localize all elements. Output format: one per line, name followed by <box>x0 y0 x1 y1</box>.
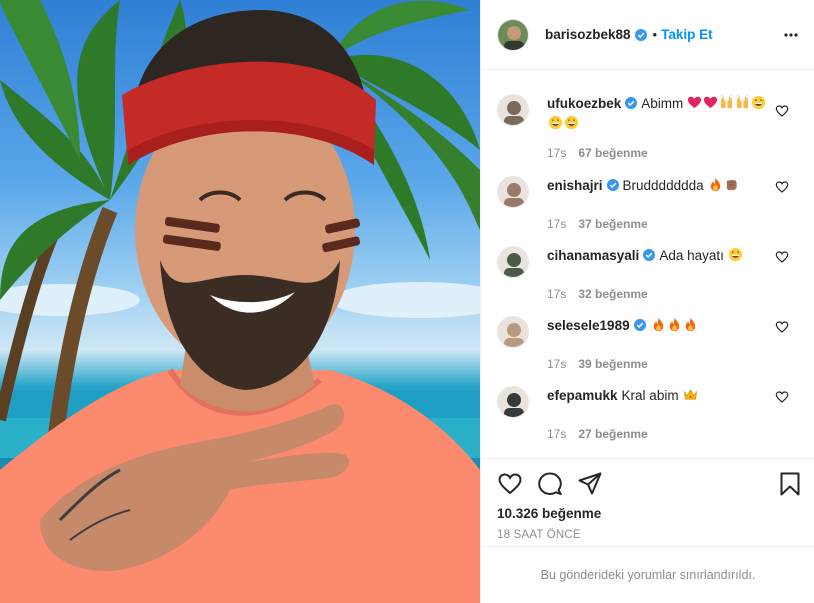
comment-time[interactable]: 17s <box>547 217 566 231</box>
commenter-username[interactable]: selesele1989 <box>547 318 630 333</box>
share-icon[interactable] <box>577 471 603 497</box>
post-image <box>0 0 480 603</box>
comment-emojis <box>650 317 698 333</box>
author-username[interactable]: barisozbek88 <box>545 27 631 42</box>
crown-emoji <box>683 389 697 400</box>
commenter-avatar[interactable] <box>497 246 529 278</box>
comment-icon[interactable] <box>537 471 563 497</box>
post-header: barisozbek88 • Takip Et <box>481 0 814 70</box>
comment-time[interactable]: 17s <box>547 427 566 441</box>
commenter-avatar[interactable] <box>497 316 529 348</box>
grin-emoji <box>548 115 563 130</box>
comment-likes[interactable]: 67 beğenme <box>578 146 647 160</box>
comment-time[interactable]: 17s <box>547 357 566 371</box>
fist-emoji <box>726 179 737 191</box>
comment-like-icon[interactable] <box>775 320 789 334</box>
comment-body: Abimm <box>641 96 684 111</box>
commenter-avatar[interactable] <box>497 386 529 418</box>
verified-icon <box>625 97 638 109</box>
comment-like-icon[interactable] <box>775 104 789 118</box>
grin-emoji <box>752 95 766 110</box>
commenter-avatar[interactable] <box>497 94 529 126</box>
comment-body: Ada hayatı <box>659 248 724 263</box>
comment-meta: 17s 67 beğenme <box>547 146 648 160</box>
comment-like-icon[interactable] <box>775 250 789 264</box>
commenter-username[interactable]: ufukoezbek <box>547 96 621 111</box>
heart-icon[interactable] <box>497 471 523 497</box>
commenter-username[interactable]: cihanamasyali <box>547 248 639 263</box>
comment-meta: 17s 32 beğenme <box>547 287 648 301</box>
comment-emojis <box>727 247 743 263</box>
comment-meta: 17s 27 beğenme <box>547 427 648 441</box>
comment-emojis <box>682 388 698 403</box>
comment-likes[interactable]: 39 beğenme <box>578 357 647 371</box>
fire-emoji <box>685 317 695 332</box>
comment-body: Bruddddddda <box>622 178 704 193</box>
post-side-panel: barisozbek88 • Takip Et ufukoezbek Abimm 1… <box>480 0 814 603</box>
fire-emoji <box>653 317 663 332</box>
fire-emoji <box>710 177 720 192</box>
comment-body: Kral abim <box>621 388 679 403</box>
verified-icon <box>643 249 656 261</box>
raising-hands-emoji <box>737 95 749 109</box>
likes-count[interactable]: 10.326 beğenme <box>497 506 601 521</box>
comment-likes[interactable]: 27 beğenme <box>578 427 647 441</box>
commenter-username[interactable]: efepamukk <box>547 388 618 403</box>
commenter-avatar[interactable] <box>497 176 529 208</box>
red-heart-emoji <box>704 96 718 109</box>
post-photo[interactable] <box>0 0 480 603</box>
comments-restricted-notice: Bu gönderideki yorumlar sınırlandırıldı. <box>481 546 814 603</box>
raising-hands-emoji <box>721 95 733 109</box>
separator-dot: • <box>652 27 658 42</box>
fire-emoji <box>669 317 679 332</box>
more-icon[interactable] <box>783 27 799 43</box>
comment-text: enishajri Bruddddddda <box>547 176 767 196</box>
verified-icon <box>634 28 647 41</box>
bookmark-icon[interactable] <box>777 471 803 497</box>
comment-likes[interactable]: 37 beğenme <box>578 217 647 231</box>
comment-like-icon[interactable] <box>775 390 789 404</box>
author-avatar[interactable] <box>497 18 529 51</box>
verified-icon <box>606 179 619 191</box>
comment-time[interactable]: 17s <box>547 146 566 160</box>
comment-text: ufukoezbek Abimm <box>547 94 767 134</box>
grin-emoji <box>728 247 742 262</box>
comment-text: selesele1989 <box>547 316 767 336</box>
grin-emoji <box>564 115 579 130</box>
commenter-username[interactable]: enishajri <box>547 178 603 193</box>
follow-button[interactable]: Takip Et <box>661 27 713 42</box>
comment-text: efepamukk Kral abim <box>547 386 767 406</box>
action-bar: 10.326 beğenme 18 SAAT ÖNCE <box>481 458 814 546</box>
comment-text: cihanamasyali Ada hayatı <box>547 246 767 266</box>
comment-meta: 17s 37 beğenme <box>547 217 648 231</box>
verified-icon <box>633 319 646 331</box>
comment-time[interactable]: 17s <box>547 287 566 301</box>
comments-list: ufukoezbek Abimm 17s 67 beğenme enishajri Bru… <box>481 80 814 458</box>
comment-likes[interactable]: 32 beğenme <box>578 287 647 301</box>
comment-like-icon[interactable] <box>775 180 789 194</box>
comment-meta: 17s 39 beğenme <box>547 357 648 371</box>
red-heart-emoji <box>688 96 702 109</box>
comment-emojis <box>707 177 739 193</box>
post-time[interactable]: 18 SAAT ÖNCE <box>497 529 581 541</box>
